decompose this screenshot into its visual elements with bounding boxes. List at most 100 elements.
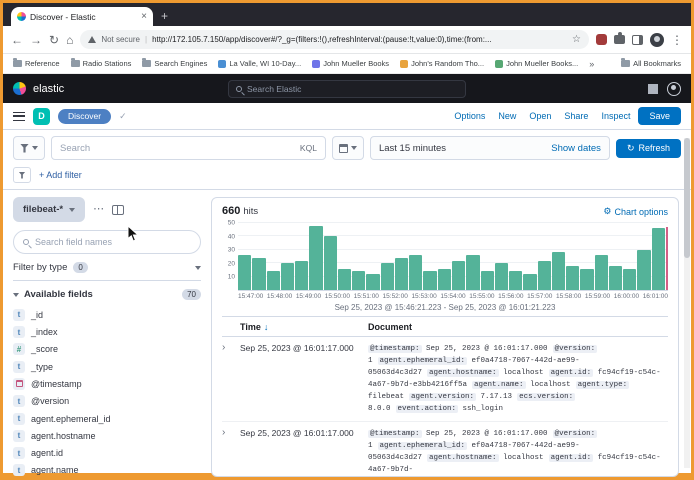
browser-menu-icon[interactable]: ⋮: [671, 34, 683, 46]
time-range-control[interactable]: Last 15 minutes Show dates: [370, 136, 610, 160]
expand-row-icon[interactable]: ›: [222, 428, 240, 476]
field-item[interactable]: t@version: [13, 395, 201, 408]
save-button[interactable]: Save: [638, 107, 681, 125]
action-share[interactable]: Share: [564, 111, 588, 121]
action-options[interactable]: Options: [454, 111, 485, 121]
action-new[interactable]: New: [498, 111, 516, 121]
histogram-bar[interactable]: [566, 266, 579, 290]
time-range-value[interactable]: Last 15 minutes: [379, 143, 446, 154]
field-item[interactable]: t_index: [13, 325, 201, 338]
field-item[interactable]: @timestamp: [13, 377, 201, 390]
histogram-bar[interactable]: [637, 250, 650, 290]
histogram-bar[interactable]: [623, 269, 636, 290]
kql-badge[interactable]: KQL: [300, 143, 317, 153]
forward-icon[interactable]: →: [30, 34, 42, 46]
field-item[interactable]: tagent.name: [13, 464, 201, 477]
histogram-bar[interactable]: [409, 255, 422, 290]
histogram-bar[interactable]: [238, 255, 251, 290]
field-item[interactable]: tagent.id: [13, 446, 201, 459]
bookmark-item[interactable]: John's Random Tho...: [400, 59, 484, 68]
histogram-bar[interactable]: [595, 255, 608, 290]
bookmark-item[interactable]: Reference: [13, 59, 60, 68]
bookmark-item[interactable]: Search Engines: [142, 59, 207, 68]
histogram-bar[interactable]: [381, 263, 394, 290]
histogram-bar[interactable]: [252, 258, 265, 290]
histogram-bar[interactable]: [509, 271, 522, 290]
extensions-puzzle-icon[interactable]: [614, 35, 625, 44]
histogram-bar[interactable]: [281, 263, 294, 290]
extension-icon[interactable]: [596, 34, 607, 45]
space-badge[interactable]: D: [33, 108, 50, 125]
global-search-input[interactable]: Search Elastic: [228, 80, 466, 98]
expand-row-icon[interactable]: ›: [222, 343, 240, 415]
sort-descending-icon[interactable]: ↓: [264, 322, 269, 332]
scrollbar-thumb[interactable]: [684, 138, 690, 258]
histogram-bar[interactable]: [324, 236, 337, 290]
user-avatar[interactable]: [667, 82, 681, 96]
histogram-bar[interactable]: [652, 228, 665, 290]
deployment-grid-icon[interactable]: [648, 84, 658, 94]
histogram-bar[interactable]: [423, 271, 436, 290]
chart-options-link[interactable]: ⚙ Chart options: [603, 206, 668, 217]
bookmarks-overflow-icon[interactable]: »: [589, 59, 594, 69]
histogram-bar[interactable]: [438, 269, 451, 290]
field-item[interactable]: t_type: [13, 360, 201, 373]
browser-tab[interactable]: Discover - Elastic ×: [11, 7, 153, 26]
add-filter-button[interactable]: + Add filter: [39, 170, 82, 180]
tab-close-icon[interactable]: ×: [141, 12, 147, 22]
show-dates-link[interactable]: Show dates: [551, 143, 601, 154]
row-document[interactable]: @timestamp: Sep 25, 2023 @ 16:01:17.000@…: [368, 343, 668, 415]
histogram-bar[interactable]: [309, 226, 322, 290]
breadcrumb-discover[interactable]: Discover: [58, 109, 111, 124]
histogram-bar[interactable]: [267, 271, 280, 290]
bookmark-item[interactable]: La Valle, WI 10-Day...: [218, 59, 301, 68]
histogram-bar[interactable]: [366, 274, 379, 290]
all-bookmarks-button[interactable]: All Bookmarks: [621, 59, 681, 68]
side-panel-icon[interactable]: [632, 35, 643, 45]
histogram-bar[interactable]: [466, 255, 479, 290]
new-tab-button[interactable]: +: [161, 9, 168, 23]
bookmark-star-icon[interactable]: ☆: [572, 34, 581, 45]
histogram-bar[interactable]: [338, 269, 351, 290]
histogram-bar[interactable]: [352, 271, 365, 290]
page-scrollbar[interactable]: [684, 138, 690, 468]
bookmark-item[interactable]: Radio Stations: [71, 59, 132, 68]
histogram-bar[interactable]: [538, 261, 551, 290]
more-options-icon[interactable]: ⋯: [93, 204, 104, 215]
histogram-bar[interactable]: [452, 261, 465, 290]
histogram-bar[interactable]: [295, 261, 308, 290]
histogram-plot[interactable]: [238, 223, 668, 291]
bookmark-item[interactable]: John Mueller Books...: [495, 59, 578, 68]
action-inspect[interactable]: Inspect: [601, 111, 630, 121]
refresh-button[interactable]: ↻ Refresh: [616, 139, 681, 158]
histogram-bar[interactable]: [523, 274, 536, 290]
available-fields-header[interactable]: Available fields 70: [13, 289, 201, 300]
data-view-selector[interactable]: filebeat-*: [13, 197, 85, 222]
time-column-header[interactable]: Time ↓: [240, 322, 368, 332]
address-bar[interactable]: Not secure | http://172.105.7.150/app/di…: [80, 30, 589, 49]
reload-icon[interactable]: ↻: [49, 34, 59, 46]
histogram-bar[interactable]: [580, 269, 593, 290]
browser-profile-avatar[interactable]: [650, 33, 664, 47]
date-picker-button[interactable]: [332, 136, 364, 160]
row-document[interactable]: @timestamp: Sep 25, 2023 @ 16:01:17.000@…: [368, 428, 668, 476]
pinned-filters-icon[interactable]: [13, 167, 31, 183]
collapse-sidebar-icon[interactable]: [112, 205, 124, 215]
field-item[interactable]: tagent.hostname: [13, 429, 201, 442]
search-query-input[interactable]: Search KQL: [51, 136, 326, 160]
histogram-bar[interactable]: [609, 266, 622, 290]
field-item[interactable]: t_id: [13, 308, 201, 321]
field-search-input[interactable]: Search field names: [13, 230, 201, 254]
histogram-bar[interactable]: [552, 252, 565, 290]
home-icon[interactable]: ⌂: [66, 34, 73, 46]
field-item[interactable]: #_score: [13, 343, 201, 356]
histogram-bar[interactable]: [481, 271, 494, 290]
histogram-bar[interactable]: [395, 258, 408, 290]
menu-hamburger-icon[interactable]: [13, 112, 25, 121]
histogram-bar[interactable]: [495, 263, 508, 290]
filter-dropdown-button[interactable]: [13, 136, 45, 160]
field-item[interactable]: tagent.ephemeral_id: [13, 412, 201, 425]
filter-by-type-toggle[interactable]: Filter by type 0: [13, 262, 201, 281]
action-open[interactable]: Open: [529, 111, 551, 121]
back-icon[interactable]: ←: [11, 34, 23, 46]
